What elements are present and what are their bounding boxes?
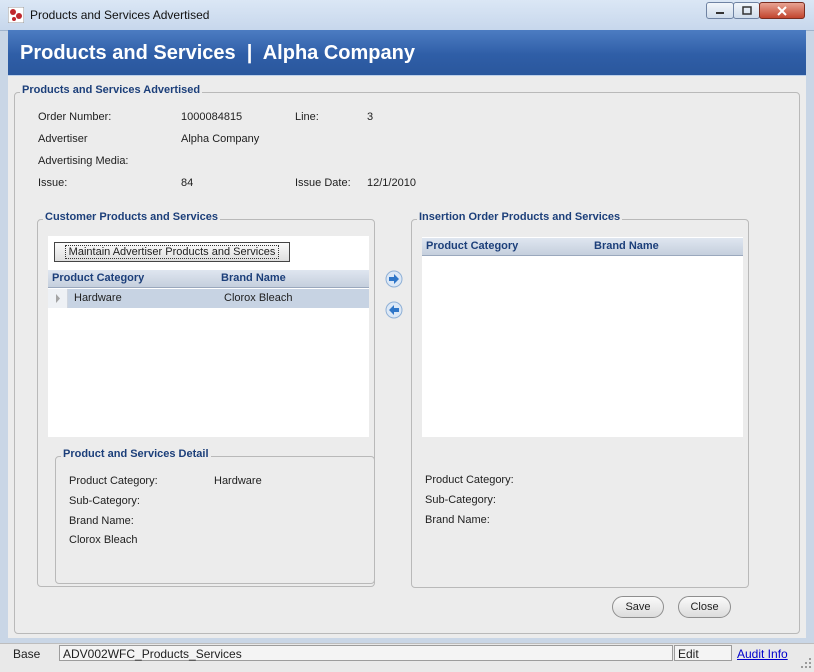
resize-grip-icon[interactable] <box>800 657 812 669</box>
column-header-product-category[interactable]: Product Category <box>52 272 144 284</box>
close-window-button[interactable] <box>759 2 805 19</box>
advertiser-value: Alpha Company <box>181 133 260 145</box>
close-icon <box>777 5 787 16</box>
advertising-media-label: Advertising Media: <box>38 155 129 167</box>
row-pointer-icon <box>56 294 60 303</box>
detail-category-value: Hardware <box>214 475 262 487</box>
maximize-button[interactable] <box>733 2 760 19</box>
move-right-button[interactable] <box>385 270 403 288</box>
insertion-products-legend: Insertion Order Products and Services <box>417 211 623 223</box>
issue-label: Issue: <box>38 177 68 189</box>
insertion-subcategory-label: Sub-Category: <box>425 494 496 506</box>
insertion-brand-label: Brand Name: <box>425 514 490 526</box>
window-title: Products and Services Advertised <box>30 8 210 22</box>
page-title: Products and Services | Alpha Company <box>20 42 415 64</box>
insertion-category-label: Product Category: <box>425 474 514 486</box>
detail-brand-value: Clorox Bleach <box>69 534 138 546</box>
order-number-value: 1000084815 <box>181 111 243 123</box>
order-number-label: Order Number: <box>38 111 112 123</box>
app-icon <box>8 7 24 23</box>
row-category: Hardware <box>74 292 122 304</box>
insertion-products-grid <box>422 237 743 437</box>
save-button[interactable]: Save <box>612 596 664 618</box>
detail-subcategory-label: Sub-Category: <box>69 495 140 507</box>
insertion-column-product-category[interactable]: Product Category <box>426 240 518 252</box>
advertised-legend: Products and Services Advertised <box>20 84 203 96</box>
row-brand: Clorox Bleach <box>224 292 293 304</box>
detail-brand-label: Brand Name: <box>69 515 134 527</box>
issue-date-label: Issue Date: <box>295 177 351 189</box>
detail-category-label: Product Category: <box>69 475 158 487</box>
line-label: Line: <box>295 111 319 123</box>
status-edit-state: Edit <box>674 645 732 661</box>
move-left-button[interactable] <box>385 301 403 319</box>
close-button[interactable]: Close <box>678 596 731 618</box>
advertiser-label: Advertiser <box>38 133 88 145</box>
audit-info-link[interactable]: Audit Info <box>737 647 788 661</box>
status-form-name: ADV002WFC_Products_Services <box>59 645 673 661</box>
insertion-column-brand-name[interactable]: Brand Name <box>594 240 659 252</box>
arrow-left-icon <box>385 301 403 319</box>
customer-products-legend: Customer Products and Services <box>43 211 221 223</box>
table-row[interactable]: Hardware Clorox Bleach <box>48 289 369 308</box>
detail-legend: Product and Services Detail <box>61 448 211 460</box>
maintain-products-button[interactable]: Maintain Advertiser Products and Service… <box>54 242 290 262</box>
issue-value: 84 <box>181 177 194 189</box>
maintain-products-label: Maintain Advertiser Products and Service… <box>64 245 280 259</box>
line-value: 3 <box>367 111 374 123</box>
column-header-brand-name[interactable]: Brand Name <box>221 272 286 284</box>
status-mode: Base <box>13 647 41 661</box>
customer-products-grid <box>48 236 369 437</box>
row-selector[interactable] <box>48 289 68 308</box>
maximize-icon <box>741 6 752 15</box>
arrow-right-icon <box>385 270 403 288</box>
minimize-icon <box>716 11 724 14</box>
minimize-button[interactable] <box>706 2 734 19</box>
issue-date-value: 12/1/2010 <box>367 177 416 189</box>
